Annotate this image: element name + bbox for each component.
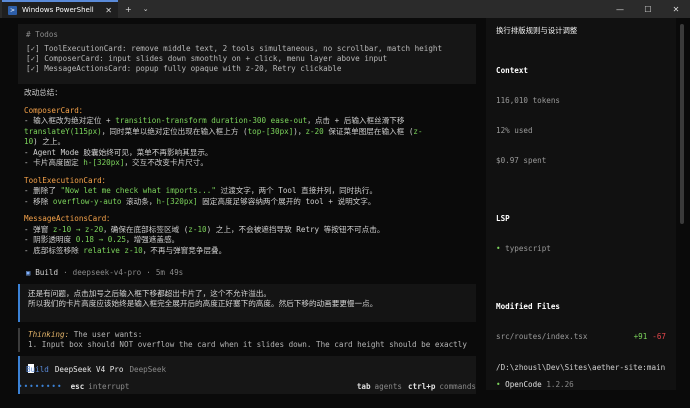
summary-line: translateY(115px)，同时菜单以绝对定位出现在输入框上方 (top… bbox=[24, 126, 423, 136]
section-title-tool: ToolExecutionCard： bbox=[24, 175, 110, 185]
working-directory: /D:\zhousl\Dev\Sites\aether-site:main bbox=[496, 363, 666, 372]
ctrl-p-hint: commands bbox=[439, 382, 476, 391]
chat-pane: # Todos [✓] ToolExecutionCard: remove mi… bbox=[18, 18, 476, 394]
section-title-message: MessageActionsCard： bbox=[24, 214, 114, 223]
lsp-item: • typescript bbox=[496, 244, 551, 253]
tab-key: tab bbox=[356, 382, 371, 391]
file-name: src/routes/index.tsx bbox=[496, 332, 588, 341]
modified-files-section: Modified Files src/routes/index.tsx +91 … bbox=[496, 282, 666, 362]
message-meta: ▣ Build · deepseek-v4-pro · 5m 49s bbox=[26, 268, 184, 277]
tab-hint: agents bbox=[374, 382, 402, 391]
model-name[interactable]: DeepSeek V4 Pro bbox=[55, 365, 124, 374]
summary-line: - 输入框改为绝对定位 + transition-transform durat… bbox=[24, 116, 405, 125]
scrollbar[interactable] bbox=[680, 24, 684, 224]
session-sidebar: 换行排版规则与设计调整 Context 116,010 tokens 12% u… bbox=[486, 18, 676, 390]
lsp-heading: LSP bbox=[496, 214, 510, 223]
status-bar: •••••••• esc interrupt tab agents ctrl+p c… bbox=[18, 382, 476, 391]
title-drag-area[interactable] bbox=[153, 0, 606, 18]
context-spent: $0.97 spent bbox=[496, 156, 547, 165]
esc-key: esc bbox=[70, 382, 85, 391]
context-tokens: 116,010 tokens bbox=[496, 96, 561, 105]
summary-line: - 移除 overflow-y-auto 滚动条，h-[320px] 固定高度足… bbox=[24, 196, 376, 206]
agent-mode[interactable]: Build bbox=[26, 365, 49, 374]
summary-line: 10) 之上。 bbox=[24, 137, 66, 146]
summary-line: - Agent Mode 胶囊始终可见，菜单不再影响其显示。 bbox=[24, 147, 213, 157]
maximize-button[interactable]: ☐ bbox=[634, 0, 662, 18]
summary-line: - 删除了 "Now let me check what imports..."… bbox=[24, 186, 378, 195]
todo-item: [✓] ComposerCard: input slides down smoo… bbox=[26, 54, 388, 63]
summary-line: - 阴影透明度 0.18 → 0.25，增强遮盖感。 bbox=[24, 235, 180, 244]
summary-line: - 卡片高度固定 h-[320px]，交互不改变卡片尺寸。 bbox=[24, 158, 208, 167]
meta-duration: 5m 49s bbox=[155, 268, 184, 277]
lsp-section: LSP • typescript bbox=[496, 194, 666, 274]
thinking-block: Thinking: The user wants: 1. Input box s… bbox=[18, 328, 476, 352]
tab-close-icon[interactable]: ✕ bbox=[105, 6, 112, 15]
context-heading: Context bbox=[496, 66, 529, 75]
new-tab-button[interactable]: + bbox=[118, 0, 139, 18]
minimize-button[interactable]: — bbox=[606, 0, 634, 18]
build-icon: ▣ bbox=[26, 268, 31, 277]
todos-block: # Todos [✓] ToolExecutionCard: remove mi… bbox=[18, 24, 476, 84]
powershell-icon: > bbox=[8, 5, 17, 15]
provider-name: DeepSeek bbox=[129, 365, 167, 374]
tab-dropdown-icon[interactable]: ⌄ bbox=[139, 0, 153, 18]
progress-dots: •••••••• bbox=[18, 382, 63, 391]
thinking-line: Thinking: The user wants: bbox=[28, 330, 143, 339]
user-message-line: 还是有问题，点击加号之后输入框下移都超出卡片了，这个不允许溢出。 bbox=[28, 289, 271, 298]
thinking-line: 1. Input box should NOT overflow the car… bbox=[28, 340, 467, 349]
todo-item: [✓] MessageActionsCard: popup fully opaq… bbox=[26, 64, 342, 73]
meta-mode: Build bbox=[35, 268, 59, 277]
composer-mode-line: Build DeepSeek V4 Pro DeepSeek bbox=[26, 365, 166, 374]
file-additions: +91 bbox=[633, 332, 648, 341]
meta-model: deepseek-v4-pro bbox=[72, 268, 142, 277]
session-title: 换行排版规则与设计调整 bbox=[496, 26, 578, 35]
assistant-message: 改动总结： ComposerCard： - 输入框改为绝对定位 + transi… bbox=[24, 88, 476, 256]
todo-item: [✓] ToolExecutionCard: remove middle tex… bbox=[26, 44, 443, 53]
ctrl-p-key: ctrl+p bbox=[407, 382, 436, 391]
user-message-line: 所以我们的卡片高度应该始终是输入框完全展开后的高度正好塞下的高度。然后下移的动画… bbox=[28, 299, 378, 308]
modified-file-row[interactable]: src/routes/index.tsx +91 -67 bbox=[496, 332, 666, 342]
app-brand: • OpenCode 1.2.26 bbox=[496, 380, 574, 389]
tab-title: Windows PowerShell bbox=[22, 6, 94, 14]
todos-header: # Todos bbox=[26, 30, 59, 39]
summary-heading: 改动总结： bbox=[24, 88, 62, 97]
summary-line: - 底部标签移除 relative z-10，不再与弹窗竞争层叠。 bbox=[24, 245, 227, 255]
tab-windows-powershell[interactable]: > Windows PowerShell ✕ bbox=[2, 0, 118, 18]
file-deletions: -67 bbox=[652, 332, 666, 341]
summary-line: - 弹窗 z-10 → z-20，确保在底部标签区域 (z-10) 之上，不会被… bbox=[24, 224, 385, 234]
modified-files-heading: Modified Files bbox=[496, 302, 561, 311]
title-bar: > Windows PowerShell ✕ + ⌄ — ☐ ✕ bbox=[0, 0, 690, 18]
section-title-composer: ComposerCard： bbox=[24, 105, 87, 115]
thinking-label: Thinking: bbox=[28, 330, 70, 339]
context-used: 12% used bbox=[496, 126, 533, 135]
user-message: 还是有问题，点击加号之后输入框下移都超出卡片了，这个不允许溢出。 所以我们的卡片… bbox=[18, 284, 476, 322]
esc-hint: interrupt bbox=[88, 382, 130, 391]
window-close-button[interactable]: ✕ bbox=[662, 0, 690, 18]
context-section: Context 116,010 tokens 12% used $0.97 sp… bbox=[496, 46, 666, 186]
